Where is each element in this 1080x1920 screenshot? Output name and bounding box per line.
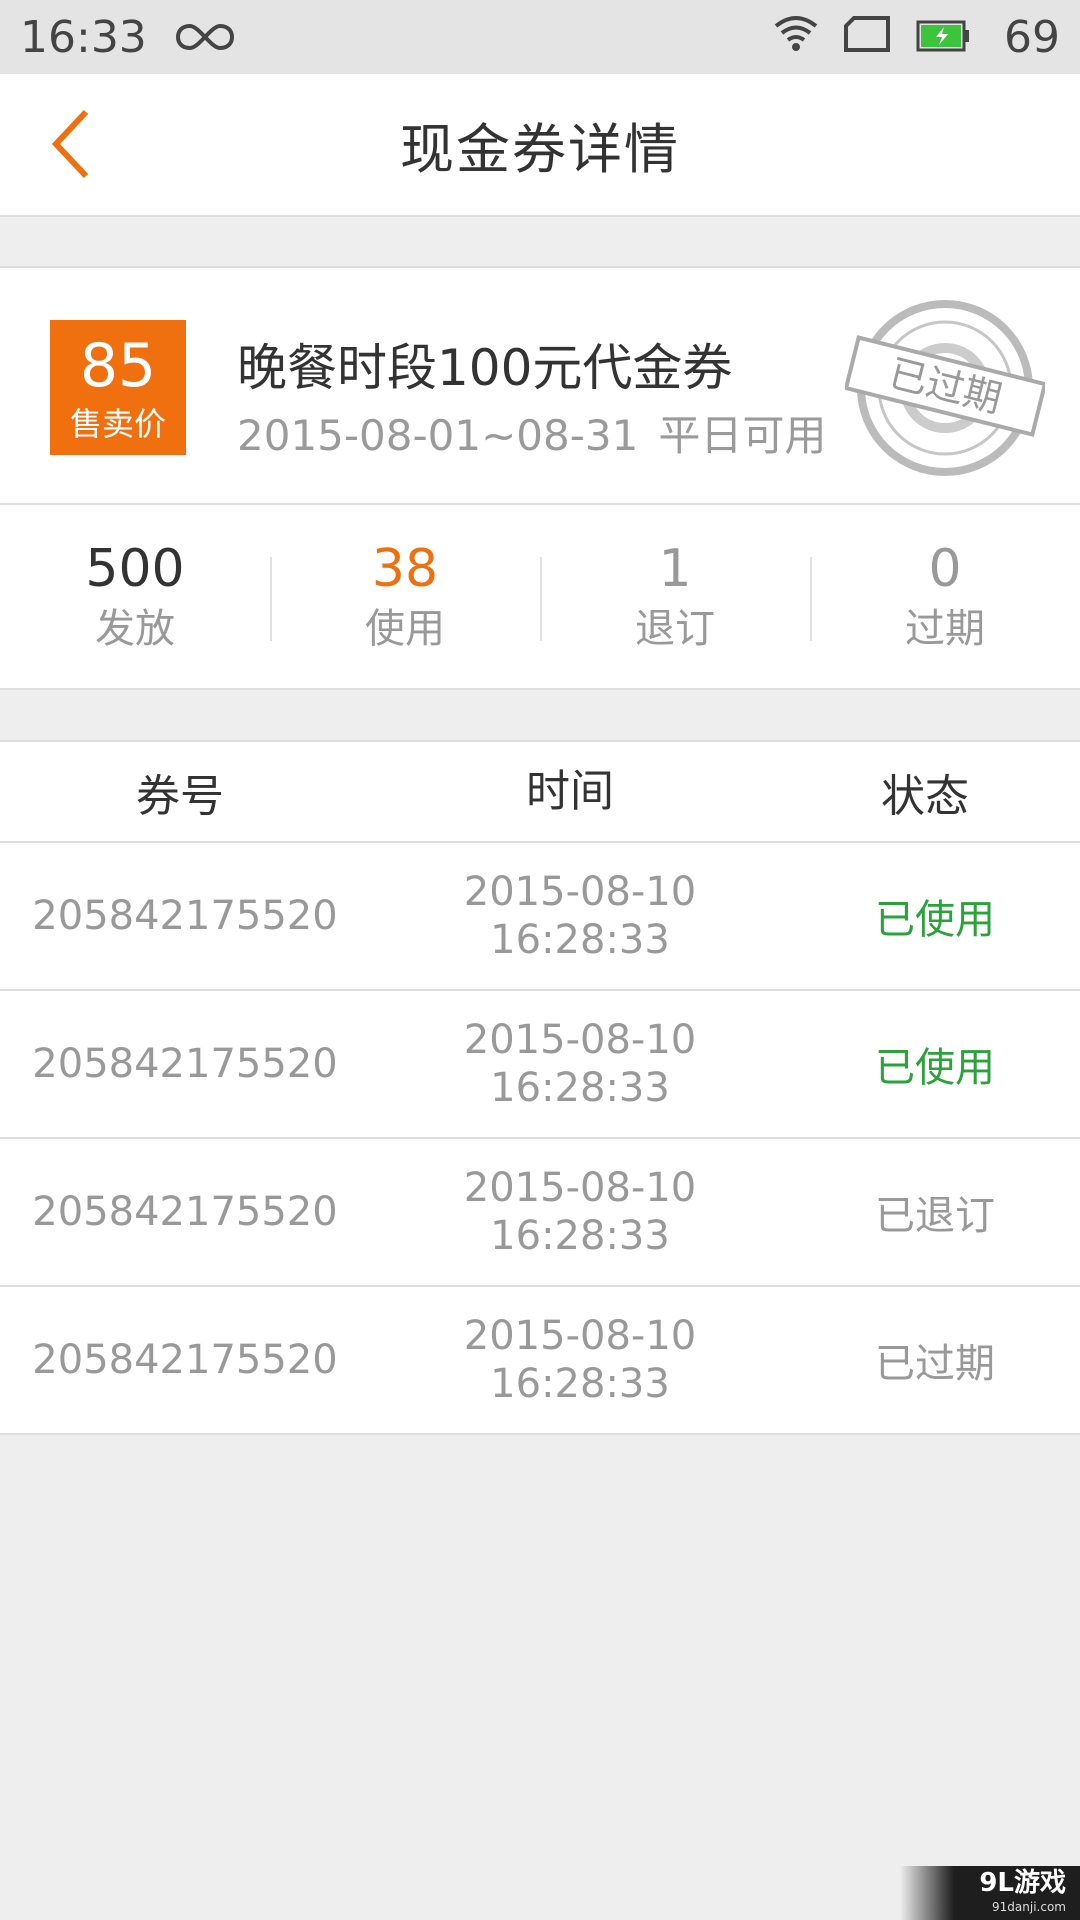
- status-time: 16:33: [20, 11, 147, 63]
- back-button[interactable]: [40, 104, 100, 188]
- coupon-id: 205842175520: [32, 893, 338, 939]
- stat-refunded: 1 退订: [540, 505, 810, 688]
- watermark-logo: 9L游戏 91danji.com: [900, 1866, 1080, 1920]
- stat-value: 0: [928, 539, 962, 599]
- watermark-main: 9L游戏: [979, 1868, 1066, 1898]
- table-row[interactable]: 205842175520 2015-08-10 16:28:33 已使用: [0, 991, 1080, 1139]
- stat-label: 使用: [365, 606, 445, 652]
- coupon-status: 已退订: [875, 1193, 995, 1239]
- stat-used: 38 使用: [270, 505, 540, 688]
- price-label: 售卖价: [69, 405, 166, 443]
- row-date: 2015-08-10: [463, 1165, 697, 1211]
- row-date: 2015-08-10: [463, 1017, 697, 1063]
- row-time: 16:28:33: [490, 1361, 670, 1407]
- row-date: 2015-08-10: [463, 1313, 697, 1359]
- watermark-sub: 91danji.com: [992, 1900, 1066, 1914]
- table-row[interactable]: 205842175520 2015-08-10 16:28:33 已退订: [0, 1139, 1080, 1287]
- page-title: 现金券详情: [400, 118, 680, 181]
- coupon-id: 205842175520: [32, 1189, 338, 1235]
- battery-level: 69: [1004, 11, 1060, 63]
- stat-label: 过期: [905, 606, 985, 652]
- stat-issued: 500 发放: [0, 505, 270, 688]
- row-time: 16:28:33: [490, 917, 670, 963]
- stat-expired: 0 过期: [810, 505, 1080, 688]
- coupon-availability: 平日可用: [658, 411, 827, 460]
- coupon-date: 2015-08-01~08-31 平日可用: [237, 402, 826, 463]
- chevron-left-icon: [50, 108, 90, 184]
- table-header: 券号 时间 状态: [0, 742, 1080, 843]
- coupon-status: 已使用: [875, 897, 995, 943]
- sim-icon: [844, 12, 890, 63]
- coupon-status: 已过期: [875, 1341, 995, 1387]
- coupon-time: 2015-08-10 16:28:33: [370, 868, 790, 964]
- nav-bar: 现金券详情: [0, 74, 1080, 217]
- wifi-icon: [774, 12, 818, 63]
- coupon-date-range: 2015-08-01~08-31: [237, 411, 639, 460]
- stat-label: 退订: [635, 606, 715, 652]
- coupon-name: 晚餐时段100元代金券: [237, 339, 733, 397]
- header-coupon-id: 券号: [136, 770, 224, 822]
- price-badge: 85 售卖价: [50, 320, 186, 455]
- coupon-id: 205842175520: [32, 1041, 338, 1087]
- row-time: 16:28:33: [490, 1065, 670, 1111]
- row-time: 16:28:33: [490, 1213, 670, 1259]
- status-bar: 16:33 69: [0, 0, 1080, 74]
- stat-value: 500: [85, 539, 185, 599]
- coupon-status: 已使用: [875, 1045, 995, 1091]
- battery-icon: [916, 12, 972, 63]
- coupon-table: 券号 时间 状态 205842175520 2015-08-10 16:28:3…: [0, 740, 1080, 1435]
- stat-value: 1: [658, 539, 692, 599]
- expired-stamp-icon: 已过期: [843, 298, 1048, 478]
- coupon-time: 2015-08-10 16:28:33: [370, 1164, 790, 1260]
- row-date: 2015-08-10: [463, 869, 697, 915]
- coupon-time: 2015-08-10 16:28:33: [370, 1016, 790, 1112]
- table-row[interactable]: 205842175520 2015-08-10 16:28:33 已过期: [0, 1287, 1080, 1435]
- infinity-icon: [175, 12, 235, 63]
- coupon-price: 85: [79, 331, 157, 401]
- stat-label: 发放: [95, 606, 175, 652]
- stats-bar: 500 发放 38 使用 1 退订 0 过期: [0, 505, 1080, 690]
- coupon-card: 85 售卖价 晚餐时段100元代金券 2015-08-01~08-31 平日可用 …: [0, 266, 1080, 505]
- header-status: 状态: [881, 770, 969, 822]
- coupon-time: 2015-08-10 16:28:33: [370, 1312, 790, 1408]
- coupon-id: 205842175520: [32, 1337, 338, 1383]
- header-time: 时间: [526, 765, 614, 817]
- table-row[interactable]: 205842175520 2015-08-10 16:28:33 已使用: [0, 843, 1080, 991]
- stat-value: 38: [371, 539, 439, 599]
